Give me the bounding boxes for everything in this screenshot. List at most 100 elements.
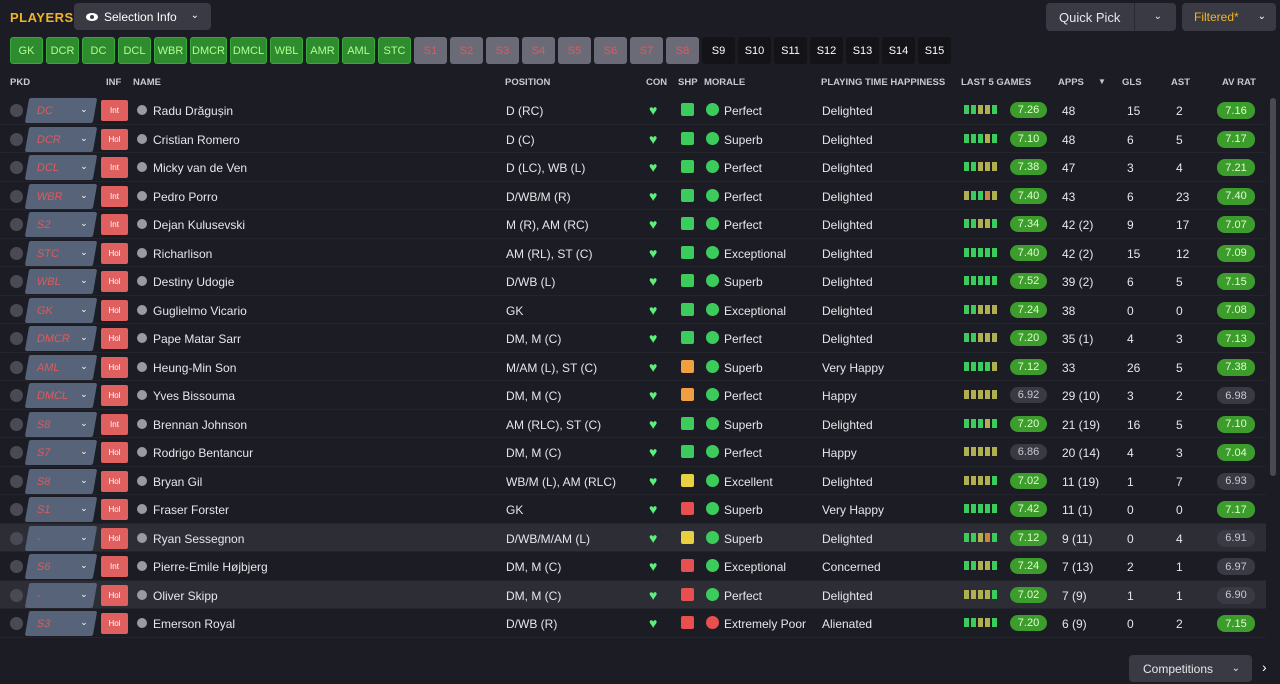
player-name[interactable]: Bryan Gil — [153, 475, 202, 489]
selection-info-button[interactable]: Selection Info ⌄ — [74, 3, 211, 30]
picked-position-dropdown[interactable]: S2 ⌄ — [24, 212, 98, 237]
player-name[interactable]: Pape Matar Sarr — [153, 332, 241, 346]
position-button[interactable]: S9 — [702, 37, 735, 64]
info-badge[interactable]: Int — [101, 100, 128, 121]
picked-position-dropdown[interactable]: S7 ⌄ — [24, 440, 98, 465]
pick-checkbox[interactable] — [10, 303, 23, 317]
picked-position-dropdown[interactable]: STC ⌄ — [24, 240, 98, 266]
position-button[interactable]: S11 — [774, 37, 807, 64]
player-name[interactable]: Radu Drăgușin — [153, 104, 233, 118]
table-row[interactable]: S8 ⌄ Int Brennan Johnson AM (RLC), ST (C) ♥ Su… — [0, 410, 1266, 438]
info-badge[interactable]: Hol — [101, 271, 128, 292]
col-gls[interactable]: GLS — [1122, 77, 1142, 88]
player-name[interactable]: Yves Bissouma — [153, 389, 235, 403]
position-button[interactable]: S12 — [810, 37, 843, 64]
player-name[interactable]: Brennan Johnson — [153, 418, 247, 432]
picked-position-dropdown[interactable]: S8 ⌄ — [24, 411, 98, 437]
chevron-down-icon[interactable]: ⌄ — [1154, 11, 1162, 22]
player-name[interactable]: Emerson Royal — [153, 617, 235, 631]
position-button[interactable]: S5 — [558, 37, 591, 64]
table-row[interactable]: GK ⌄ Hol Guglielmo Vicario GK ♥ Exceptional Del… — [0, 296, 1266, 324]
info-badge[interactable]: Hol — [101, 242, 128, 264]
position-button[interactable]: STC — [378, 37, 411, 64]
info-badge[interactable]: Int — [101, 185, 128, 207]
pick-checkbox[interactable] — [10, 360, 23, 374]
info-badge[interactable]: Hol — [101, 442, 128, 463]
picked-position-dropdown[interactable]: DC ⌄ — [24, 98, 98, 123]
picked-position-dropdown[interactable]: DCL ⌄ — [24, 155, 98, 180]
info-badge[interactable]: Hol — [101, 299, 128, 321]
pick-checkbox[interactable] — [10, 474, 23, 488]
position-button[interactable]: DCR — [46, 37, 79, 64]
position-button[interactable]: WBR — [154, 37, 187, 64]
col-last5[interactable]: LAST 5 GAMES — [961, 77, 1031, 88]
picked-position-dropdown[interactable]: DCR ⌄ — [24, 126, 98, 152]
col-name[interactable]: NAME — [133, 77, 161, 88]
info-badge[interactable]: Hol — [101, 470, 128, 492]
position-button[interactable]: S3 — [486, 37, 519, 64]
pick-checkbox[interactable] — [10, 389, 23, 402]
table-row[interactable]: STC ⌄ Hol Richarlison AM (RL), ST (C) ♥ Except… — [0, 239, 1266, 267]
chevron-right-icon[interactable]: › — [1262, 659, 1267, 675]
info-badge[interactable]: Hol — [101, 613, 128, 634]
picked-position-dropdown[interactable]: DMCR ⌄ — [24, 326, 98, 351]
player-name[interactable]: Micky van de Ven — [153, 161, 247, 175]
player-name[interactable]: Pierre-Emile Højbjerg — [153, 560, 268, 574]
player-name[interactable]: Oliver Skipp — [153, 589, 218, 603]
quick-pick-button[interactable]: Quick Pick ⌄ — [1046, 3, 1176, 31]
player-name[interactable]: Heung-Min Son — [153, 361, 236, 375]
table-row[interactable]: DC ⌄ Int Radu Drăgușin D (RC) ♥ Perfect Delight… — [0, 96, 1266, 125]
table-row[interactable]: DCL ⌄ Int Micky van de Ven D (LC), WB (L) ♥ Pe… — [0, 153, 1266, 182]
table-row[interactable]: S2 ⌄ Int Dejan Kulusevski M (R), AM (RC) ♥ Per… — [0, 210, 1266, 239]
info-badge[interactable]: Hol — [101, 356, 128, 378]
table-row[interactable]: DMCL ⌄ Hol Yves Bissouma DM, M (C) ♥ Perfect Ha… — [0, 381, 1266, 410]
col-avrat[interactable]: AV RAT — [1222, 77, 1256, 88]
table-row[interactable]: DMCR ⌄ Hol Pape Matar Sarr DM, M (C) ♥ Perfect… — [0, 324, 1266, 353]
col-inf[interactable]: INF — [106, 77, 121, 88]
pick-checkbox[interactable] — [10, 503, 23, 516]
pick-checkbox[interactable] — [10, 446, 23, 459]
position-button[interactable]: S2 — [450, 37, 483, 64]
pick-checkbox[interactable] — [10, 531, 23, 545]
position-button[interactable]: DCL — [118, 37, 151, 64]
pick-checkbox[interactable] — [10, 189, 23, 203]
player-name[interactable]: Cristian Romero — [153, 133, 240, 147]
pick-checkbox[interactable] — [10, 588, 23, 602]
info-badge[interactable]: Hol — [101, 328, 128, 349]
position-button[interactable]: S15 — [918, 37, 951, 64]
picked-position-dropdown[interactable]: AML ⌄ — [24, 354, 98, 380]
table-row[interactable]: S7 ⌄ Hol Rodrigo Bentancur DM, M (C) ♥ Perfect… — [0, 438, 1266, 467]
col-position[interactable]: POSITION — [505, 77, 550, 88]
col-pth[interactable]: PLAYING TIME HAPPINESS — [821, 77, 945, 88]
info-badge[interactable]: Hol — [101, 385, 128, 406]
position-button[interactable]: DC — [82, 37, 115, 64]
player-name[interactable]: Ryan Sessegnon — [153, 532, 244, 546]
table-row[interactable]: S3 ⌄ Hol Emerson Royal D/WB (R) ♥ Extremely Po… — [0, 609, 1266, 638]
position-button[interactable]: S1 — [414, 37, 447, 64]
pick-checkbox[interactable] — [10, 246, 23, 260]
picked-position-dropdown[interactable]: S3 ⌄ — [24, 611, 98, 636]
player-name[interactable]: Destiny Udogie — [153, 275, 234, 289]
picked-position-dropdown[interactable]: - ⌄ — [24, 582, 98, 608]
col-morale[interactable]: MORALE — [704, 77, 745, 88]
table-row[interactable]: S6 ⌄ Int Pierre-Emile Højbjerg DM, M (C) ♥ Exc… — [0, 552, 1266, 581]
player-name[interactable]: Richarlison — [153, 247, 212, 261]
picked-position-dropdown[interactable]: S1 ⌄ — [24, 497, 98, 522]
table-row[interactable]: S1 ⌄ Hol Fraser Forster GK ♥ Superb Very Happy 7… — [0, 495, 1266, 524]
position-button[interactable]: S13 — [846, 37, 879, 64]
position-button[interactable]: AML — [342, 37, 375, 64]
table-row[interactable]: DCR ⌄ Hol Cristian Romero D (C) ♥ Superb Deligh… — [0, 125, 1266, 153]
filter-button[interactable]: Filtered* ⌄ — [1182, 3, 1276, 31]
pick-checkbox[interactable] — [10, 104, 23, 117]
table-row[interactable]: WBL ⌄ Hol Destiny Udogie D/WB (L) ♥ Superb Deli… — [0, 267, 1266, 296]
col-con[interactable]: CON — [646, 77, 667, 88]
position-button[interactable]: S6 — [594, 37, 627, 64]
info-badge[interactable]: Hol — [101, 527, 128, 549]
position-button[interactable]: S14 — [882, 37, 915, 64]
table-row[interactable]: AML ⌄ Hol Heung-Min Son M/AM (L), ST (C) ♥ Sup… — [0, 353, 1266, 381]
competitions-button[interactable]: Competitions ⌄ — [1129, 655, 1252, 682]
position-button[interactable]: S8 — [666, 37, 699, 64]
pick-checkbox[interactable] — [10, 161, 23, 174]
table-row[interactable]: WBR ⌄ Int Pedro Porro D/WB/M (R) ♥ Perfect Deli… — [0, 182, 1266, 210]
info-badge[interactable]: Int — [101, 556, 128, 577]
